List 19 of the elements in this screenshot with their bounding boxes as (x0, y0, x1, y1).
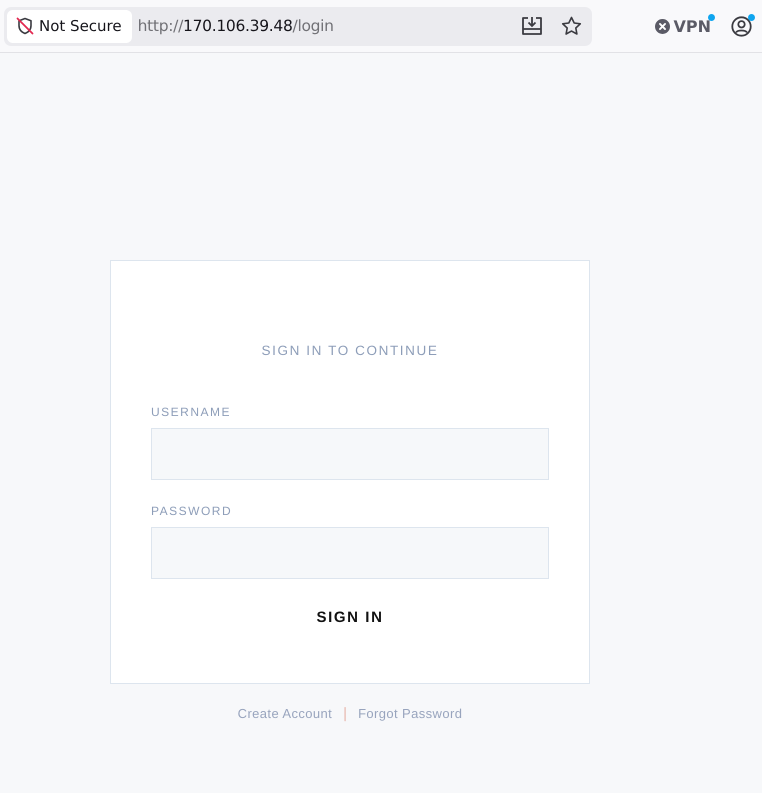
url-text[interactable]: http://170.106.39.48/login (138, 17, 515, 35)
field-label: PASSWORD (151, 504, 234, 518)
sign-in-button[interactable]: SIGN IN (306, 605, 394, 630)
address-bar[interactable]: Not Secure http://170.106.39.48/login (4, 6, 592, 46)
login-title: SIGN IN TO CONTINUE (260, 343, 440, 358)
star-icon (561, 16, 582, 36)
link-separator: | (343, 705, 348, 722)
input-field[interactable] (151, 527, 549, 579)
bookmark-button[interactable] (561, 16, 582, 36)
circle-x-icon (654, 18, 670, 34)
download-icon (521, 16, 543, 36)
security-badge[interactable]: Not Secure (7, 10, 132, 42)
user-circle-icon (731, 16, 752, 36)
input-field[interactable] (151, 428, 549, 480)
field-label: USERNAME (151, 405, 232, 419)
shield-slash-icon (15, 16, 35, 36)
download-button[interactable] (521, 16, 543, 36)
vpn-button[interactable]: VPN (654, 16, 711, 36)
profile-button[interactable] (731, 16, 752, 36)
